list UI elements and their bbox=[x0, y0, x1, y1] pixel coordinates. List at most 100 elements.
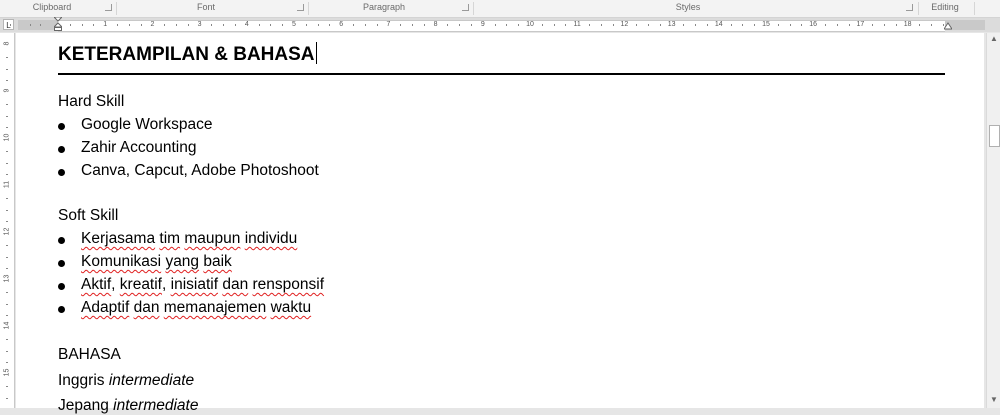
ruler-tick bbox=[10, 24, 11, 26]
paragraph-launcher-icon[interactable] bbox=[462, 4, 469, 11]
ruler-tick bbox=[376, 24, 378, 26]
vertical-ruler-tick bbox=[6, 221, 8, 223]
ruler-number: 2 bbox=[150, 21, 155, 28]
scrollbar-thumb[interactable] bbox=[989, 125, 1000, 147]
list-item-soft-skill[interactable]: Komunikasi yang baik bbox=[81, 253, 232, 271]
ruler-tick bbox=[117, 24, 118, 26]
group-label-editing: Editing bbox=[931, 2, 959, 12]
clipboard-launcher-icon[interactable] bbox=[105, 4, 112, 11]
misspelled-word: dan bbox=[133, 299, 160, 316]
ruler-number: 13 bbox=[667, 21, 676, 28]
ruler-tick bbox=[801, 24, 803, 26]
ruler-number: 7 bbox=[386, 21, 391, 28]
ruler-tick bbox=[836, 24, 838, 26]
ruler-number: 16 bbox=[809, 21, 818, 28]
language-line[interactable]: Inggris intermediate bbox=[58, 372, 194, 390]
heading-underline-rule bbox=[58, 73, 945, 75]
ruler-tick bbox=[589, 24, 590, 26]
ruler-tick bbox=[553, 24, 555, 26]
right-indent-marker-icon[interactable] bbox=[944, 22, 952, 30]
ruler-tick bbox=[612, 24, 614, 26]
ruler-tick bbox=[40, 24, 41, 26]
bahasa-title[interactable]: BAHASA bbox=[58, 346, 121, 364]
ruler-tick bbox=[187, 24, 189, 26]
ruler-number: 4 bbox=[244, 21, 249, 28]
ruler-number: 5 bbox=[292, 21, 296, 28]
vertical-ruler-number: 9 bbox=[3, 88, 11, 93]
bullet-icon bbox=[58, 169, 65, 176]
soft-skill-title[interactable]: Soft Skill bbox=[58, 207, 118, 225]
list-item-hard-skill[interactable]: Canva, Capcut, Adobe Photoshoot bbox=[81, 162, 319, 180]
ruler-number: 6 bbox=[339, 21, 344, 28]
vertical-ruler-tick bbox=[6, 303, 8, 305]
group-label-paragraph: Paragraph bbox=[362, 2, 406, 12]
ruler-tick bbox=[518, 24, 520, 26]
vertical-ruler-tick bbox=[6, 268, 8, 270]
list-item-hard-skill[interactable]: Zahir Accounting bbox=[81, 139, 196, 157]
vertical-ruler-tick bbox=[6, 174, 8, 176]
left-indent-marker-icon[interactable] bbox=[54, 17, 62, 31]
scroll-up-arrow-icon[interactable]: ▲ bbox=[989, 34, 999, 44]
group-separator bbox=[308, 2, 309, 15]
bullet-icon bbox=[58, 123, 65, 130]
ruler-tick bbox=[211, 24, 213, 26]
ruler-tick bbox=[825, 24, 826, 26]
vertical-ruler-tick bbox=[6, 397, 8, 399]
list-item-soft-skill[interactable]: Kerjasama tim maupun individu bbox=[81, 230, 297, 248]
misspelled-word: maupun bbox=[184, 230, 241, 247]
vertical-ruler-number: 11 bbox=[3, 180, 11, 189]
ruler-number: 14 bbox=[714, 21, 723, 28]
vertical-ruler[interactable]: 8 9 10 11 12 13 14 15 bbox=[0, 33, 15, 408]
ruler-number: 11 bbox=[573, 21, 581, 28]
scroll-down-arrow-icon[interactable]: ▼ bbox=[989, 395, 999, 405]
list-item-soft-skill[interactable]: Adaptif dan memanajemen waktu bbox=[81, 299, 311, 317]
ruler-tick bbox=[730, 24, 732, 26]
vertical-ruler-tick bbox=[6, 56, 8, 58]
ruler-tick bbox=[258, 24, 260, 26]
hard-skill-title[interactable]: Hard Skill bbox=[58, 93, 124, 111]
word-separator: , bbox=[162, 276, 171, 293]
ruler-tick bbox=[494, 24, 496, 26]
heading-text: KETERAMPILAN & BAHASA bbox=[58, 44, 315, 65]
vertical-ruler-number: 15 bbox=[3, 368, 11, 377]
ruler-tick bbox=[742, 24, 744, 26]
vertical-ruler-tick bbox=[6, 362, 8, 364]
ruler-tick bbox=[305, 24, 307, 26]
ruler-number: 9 bbox=[480, 21, 485, 28]
ruler-tick bbox=[317, 24, 319, 26]
ruler-tick bbox=[789, 24, 791, 26]
ruler-tick bbox=[884, 24, 885, 26]
ruler-tick bbox=[848, 24, 850, 26]
ruler-tick bbox=[69, 24, 71, 26]
group-label-clipboard: Clipboard bbox=[32, 2, 72, 12]
ruler-number: 10 bbox=[526, 21, 534, 28]
text-cursor bbox=[315, 42, 317, 64]
language-line[interactable]: Jepang intermediate bbox=[58, 397, 198, 415]
tab-selector-button[interactable]: L bbox=[3, 19, 14, 30]
ribbon-group-bar: Clipboard Font Paragraph Styles Editing bbox=[0, 0, 1000, 18]
vertical-ruler-tick bbox=[6, 385, 8, 387]
ruler-tick bbox=[270, 24, 272, 26]
misspelled-word: Aktif bbox=[81, 276, 112, 293]
ruler-tick bbox=[423, 24, 425, 26]
section-heading[interactable]: KETERAMPILAN & BAHASA bbox=[58, 42, 317, 66]
ruler-number: 17 bbox=[856, 21, 865, 28]
list-item-soft-skill[interactable]: Aktif, kreatif, inisiatif dan rensponsif bbox=[81, 276, 324, 294]
vertical-ruler-number: 8 bbox=[3, 41, 11, 46]
ruler-tick bbox=[30, 24, 31, 26]
bullet-icon bbox=[58, 260, 65, 267]
ruler-tick bbox=[164, 24, 166, 26]
document-page[interactable]: KETERAMPILAN & BAHASA Hard Skill Google … bbox=[16, 33, 984, 414]
ruler-tick bbox=[329, 24, 331, 26]
styles-launcher-icon[interactable] bbox=[906, 4, 913, 11]
vertical-scrollbar[interactable]: ▲ ▼ bbox=[986, 33, 1000, 408]
ruler-tick bbox=[81, 24, 83, 26]
font-launcher-icon[interactable] bbox=[297, 4, 304, 11]
bullet-icon bbox=[58, 146, 65, 153]
vertical-ruler-tick bbox=[6, 209, 8, 211]
misspelled-word: waktu bbox=[270, 299, 312, 316]
ruler-tick bbox=[565, 24, 567, 26]
bullet-icon bbox=[58, 237, 65, 244]
list-item-hard-skill[interactable]: Google Workspace bbox=[81, 116, 213, 134]
vertical-ruler-tick bbox=[6, 338, 8, 340]
